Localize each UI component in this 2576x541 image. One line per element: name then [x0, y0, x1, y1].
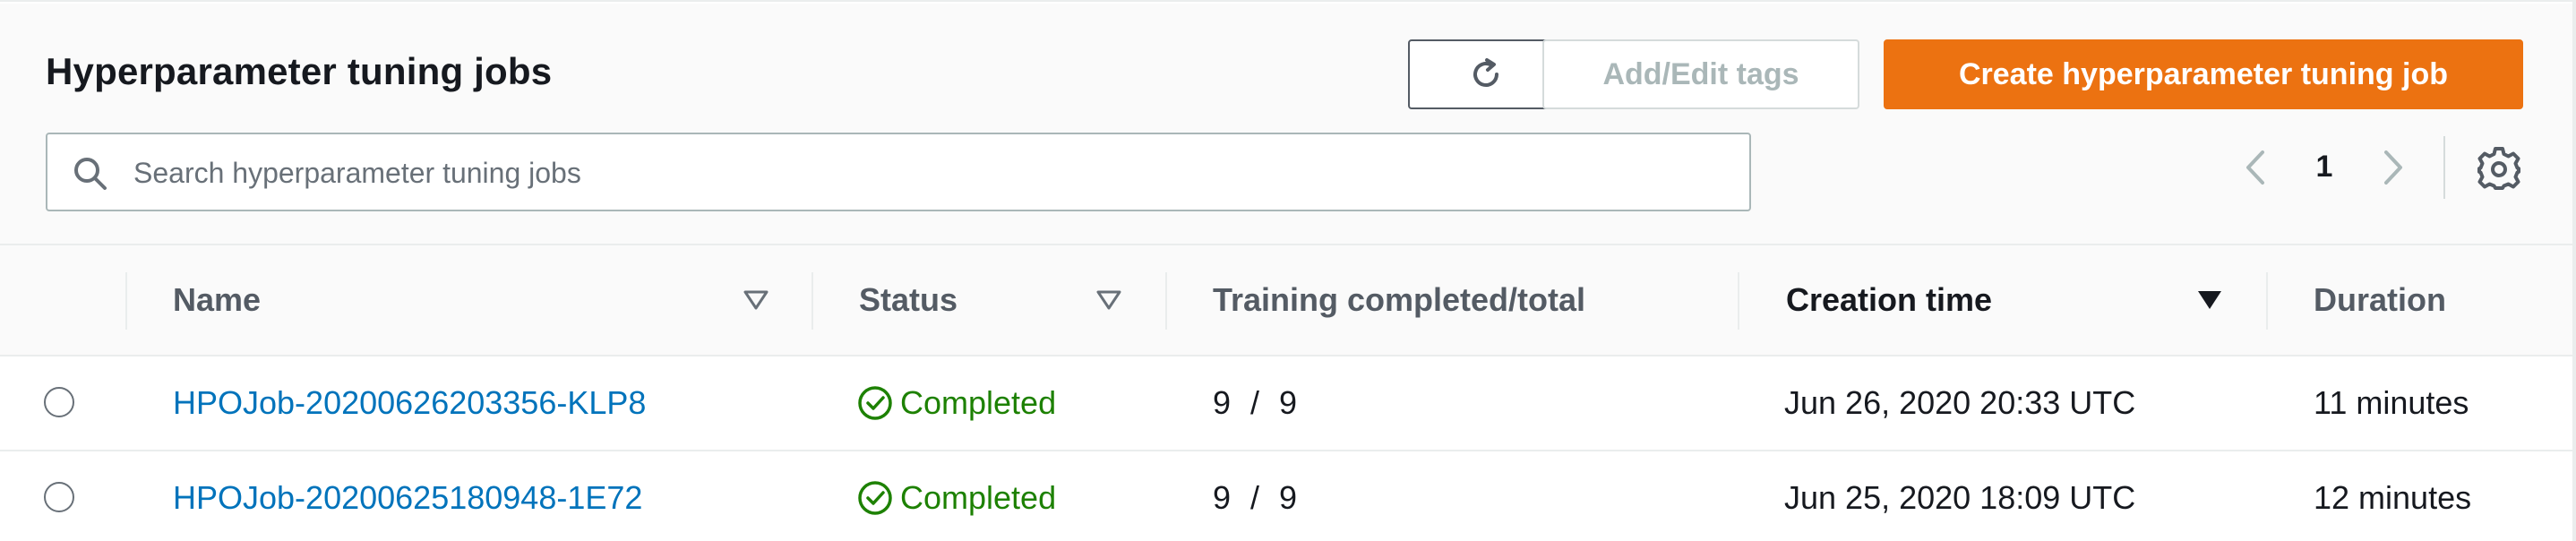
panel-header: Hyperparameter tuning jobs Add/Edit tags…	[0, 4, 2576, 245]
sort-descending-icon[interactable]	[2196, 287, 2223, 313]
success-check-icon	[858, 386, 892, 420]
completed-count: 9	[1213, 384, 1232, 421]
table-header: Name Status Training completed/total Cre…	[0, 245, 2576, 356]
pagination-divider	[2443, 136, 2445, 199]
current-page-number[interactable]: 1	[2302, 147, 2347, 186]
status-cell: Completed	[857, 451, 1056, 541]
refresh-button[interactable]	[1408, 39, 1564, 109]
table-row[interactable]: HPOJob-20200626203356-KLP8 Completed 9 /…	[0, 356, 2576, 451]
status-text: Completed	[900, 384, 1057, 421]
column-header-status[interactable]: Status	[859, 245, 957, 355]
success-check-icon	[858, 481, 892, 515]
column-divider	[125, 272, 127, 330]
search-icon	[74, 158, 107, 190]
row-select-radio[interactable]	[44, 387, 74, 417]
column-divider	[811, 272, 813, 330]
row-select-radio[interactable]	[44, 482, 74, 512]
filter-sort-icon[interactable]	[1095, 287, 1122, 313]
add-edit-tags-button[interactable]: Add/Edit tags	[1542, 39, 1859, 109]
creation-time-cell: Jun 26, 2020 20:33 UTC	[1784, 384, 2136, 421]
count-separator: /	[1250, 384, 1260, 421]
status-cell: Completed	[857, 356, 1056, 450]
table-row[interactable]: HPOJob-20200625180948-1E72 Completed 9 /…	[0, 451, 2576, 541]
search-box	[46, 133, 1751, 211]
search-input[interactable]	[132, 134, 1739, 211]
create-tuning-job-button[interactable]: Create hyperparameter tuning job	[1884, 39, 2523, 109]
column-header-duration[interactable]: Duration	[2314, 245, 2446, 355]
chevron-left-icon[interactable]	[2234, 145, 2279, 190]
column-header-name[interactable]: Name	[173, 245, 261, 355]
training-count-cell: 9 / 9	[1213, 356, 1297, 450]
column-divider	[1165, 272, 1167, 330]
gear-icon[interactable]	[2476, 145, 2522, 192]
panel-right-edge	[2572, 2, 2576, 541]
refresh-icon	[1473, 58, 1498, 87]
column-header-creation-time[interactable]: Creation time	[1786, 245, 1992, 355]
total-count: 9	[1279, 384, 1298, 421]
duration-cell: 12 minutes	[2314, 479, 2472, 516]
filter-sort-icon[interactable]	[743, 287, 769, 313]
count-separator: /	[1250, 479, 1260, 516]
creation-time-cell: Jun 25, 2020 18:09 UTC	[1784, 479, 2136, 516]
completed-count: 9	[1213, 479, 1232, 516]
column-divider	[2266, 272, 2268, 330]
status-text: Completed	[900, 479, 1057, 516]
page-title: Hyperparameter tuning jobs	[46, 50, 553, 92]
duration-cell: 11 minutes	[2314, 384, 2469, 421]
tuning-jobs-panel: Hyperparameter tuning jobs Add/Edit tags…	[0, 0, 2576, 541]
column-divider	[1738, 272, 1739, 330]
job-name-link[interactable]: HPOJob-20200626203356-KLP8	[173, 356, 646, 450]
training-count-cell: 9 / 9	[1213, 451, 1297, 541]
total-count: 9	[1279, 479, 1298, 516]
chevron-right-icon[interactable]	[2370, 145, 2415, 190]
job-name-link[interactable]: HPOJob-20200625180948-1E72	[173, 451, 642, 541]
column-header-training[interactable]: Training completed/total	[1213, 245, 1585, 355]
